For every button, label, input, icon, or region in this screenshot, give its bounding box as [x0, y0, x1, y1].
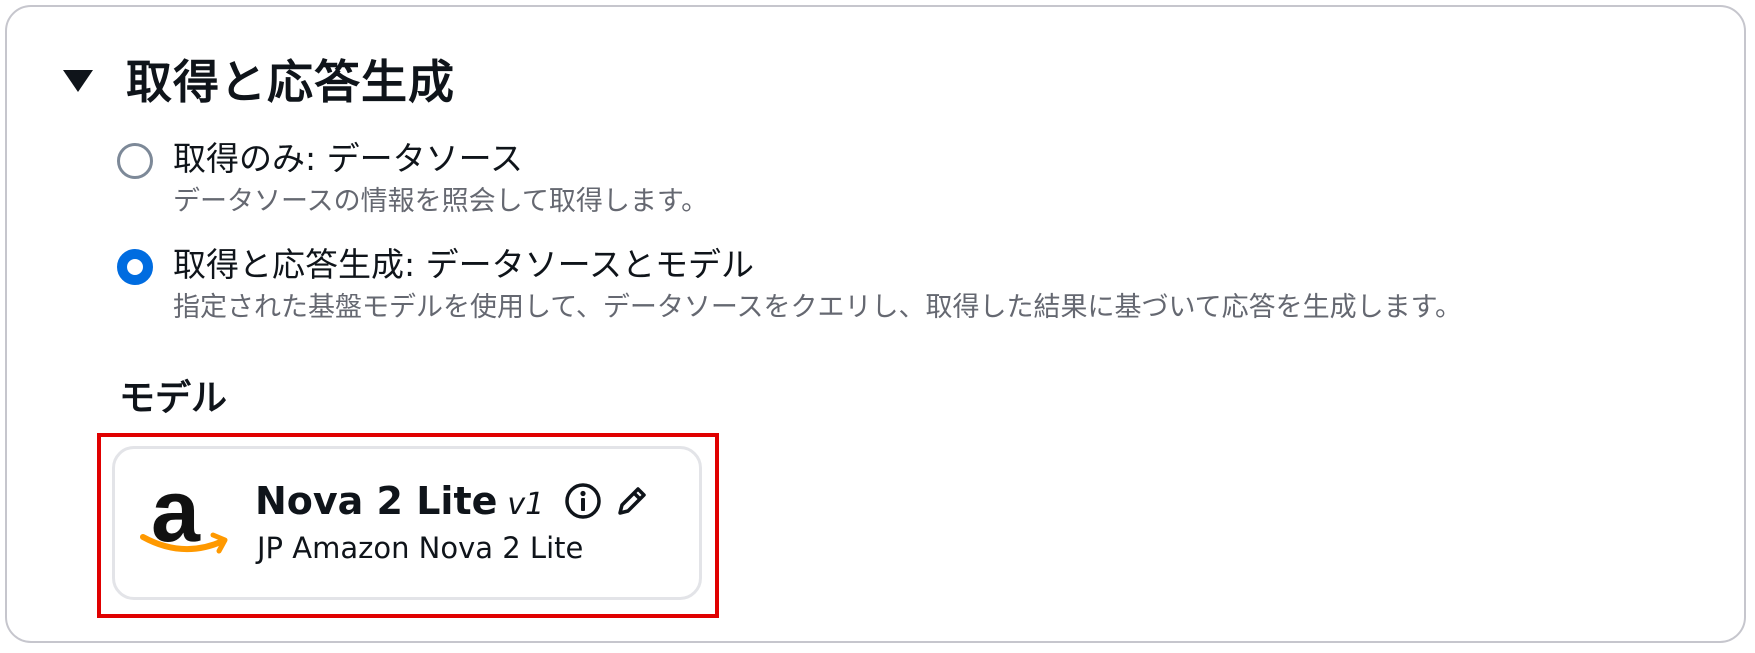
radio-option-retrieve-only[interactable]: 取得のみ: データソース データソースの情報を照会して取得します。: [117, 137, 708, 221]
amazon-logo-icon: a: [139, 467, 233, 569]
section-title: 取得と応答生成: [126, 55, 455, 109]
model-name-row: Nova 2 Lite v1: [255, 479, 544, 523]
amazon-smile-icon: [140, 532, 228, 554]
model-card[interactable]: a Nova 2 Lite v1 JP Amazon Nova 2 Lite: [112, 446, 702, 600]
model-name: Nova 2 Lite: [255, 479, 498, 523]
caret-down-icon[interactable]: [63, 70, 93, 92]
model-subtitle: JP Amazon Nova 2 Lite: [257, 531, 584, 565]
radio-description-retrieve-and-generate: 指定された基盤モデルを使用して、データソースをクエリし、取得した結果に基づいて応…: [173, 292, 1462, 323]
radio-description-retrieve-only: データソースの情報を照会して取得します。: [173, 186, 709, 217]
radio-label-retrieve-and-generate[interactable]: 取得と応答生成: データソースとモデル: [173, 243, 1462, 287]
model-heading: モデル: [119, 378, 228, 419]
section-header-toggle[interactable]: 取得と応答生成: [63, 47, 455, 111]
radio-button-retrieve-and-generate[interactable]: [117, 249, 153, 285]
radio-button-retrieve-only[interactable]: [117, 143, 153, 179]
radio-label-retrieve-only[interactable]: 取得のみ: データソース: [173, 137, 708, 181]
model-version: v1: [507, 487, 545, 522]
pencil-icon[interactable]: [612, 481, 652, 521]
radio-option-retrieve-and-generate[interactable]: 取得と応答生成: データソースとモデル 指定された基盤モデルを使用して、データソ…: [117, 243, 1462, 327]
info-icon[interactable]: [563, 481, 603, 521]
